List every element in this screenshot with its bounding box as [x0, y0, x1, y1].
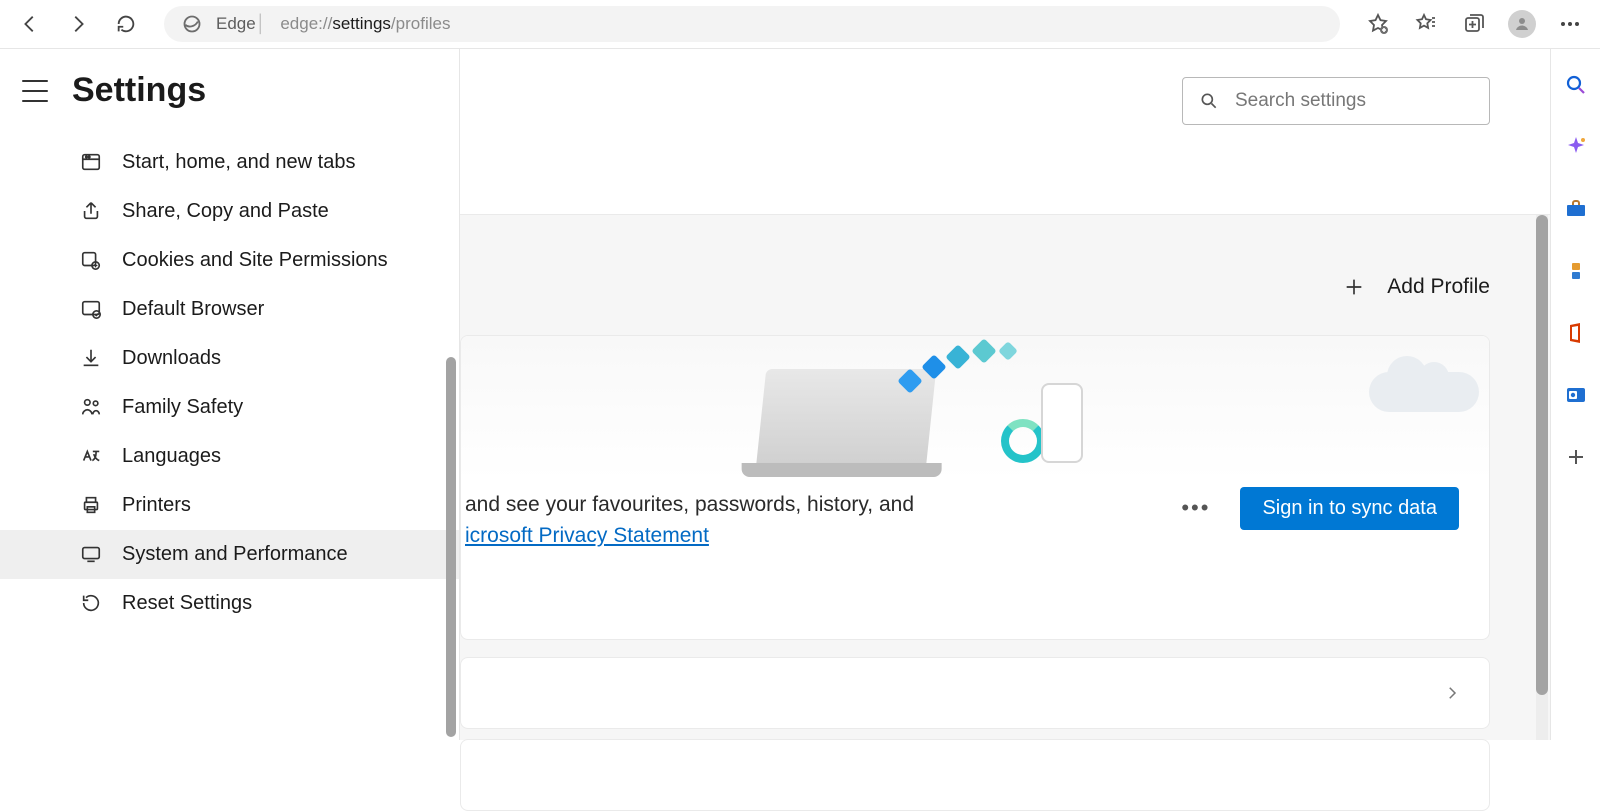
search-icon [1564, 73, 1588, 97]
briefcase-icon [1564, 197, 1588, 221]
more-horizontal-icon [1558, 12, 1582, 36]
outlook-icon [1564, 383, 1588, 407]
sidebar-item-languages[interactable]: Languages [0, 432, 459, 481]
sparkle-icon [1564, 135, 1588, 159]
profile-card-more-button[interactable]: ••• [1181, 495, 1210, 521]
download-icon [80, 347, 102, 369]
star-lines-icon [1414, 12, 1438, 36]
sidebar-item-printers[interactable]: Printers [0, 481, 459, 530]
sidebar-scrollbar-thumb[interactable] [446, 357, 456, 737]
collections-icon [1462, 12, 1486, 36]
sidebar-item-share-copy-paste[interactable]: Share, Copy and Paste [0, 187, 459, 236]
arrow-left-icon [19, 13, 41, 35]
office-icon [1564, 321, 1588, 345]
profile-sync-card: and see your favourites, passwords, hist… [460, 335, 1490, 640]
games-icon [1564, 259, 1588, 283]
privacy-statement-link[interactable]: icrosoft Privacy Statement [465, 524, 709, 547]
favorites-button[interactable] [1404, 4, 1448, 44]
browser-side-panel [1550, 49, 1600, 740]
forward-button[interactable] [56, 4, 100, 44]
cookies-icon [80, 249, 102, 271]
share-icon [80, 200, 102, 222]
sidebar-office-button[interactable] [1564, 321, 1588, 345]
system-icon [80, 543, 102, 565]
more-menu-button[interactable] [1548, 4, 1592, 44]
brand-label: Edge [216, 14, 256, 34]
family-icon [80, 396, 102, 418]
plus-icon [1343, 276, 1365, 298]
sidebar-item-label: System and Performance [122, 541, 348, 568]
sidebar-games-button[interactable] [1564, 259, 1588, 283]
url-prefix: edge:// [280, 14, 332, 34]
sidebar-item-label: Printers [122, 492, 191, 519]
sidebar-item-system-performance[interactable]: System and Performance [0, 530, 459, 579]
printer-icon [80, 494, 102, 516]
default-browser-icon [80, 298, 102, 320]
url-suffix: /profiles [391, 14, 451, 34]
reset-icon [80, 592, 102, 614]
sidebar-item-label: Downloads [122, 345, 221, 372]
sidebar-add-button[interactable] [1564, 445, 1588, 469]
settings-main: Search settings Add Profile and see [460, 49, 1550, 740]
sidebar-item-start-home-new-tabs[interactable]: Start, home, and new tabs [0, 138, 459, 187]
sidebar-item-label: Share, Copy and Paste [122, 198, 329, 225]
sidebar-item-downloads[interactable]: Downloads [0, 334, 459, 383]
sidebar-item-label: Default Browser [122, 296, 264, 323]
sidebar-shopping-button[interactable] [1564, 197, 1588, 221]
back-button[interactable] [8, 4, 52, 44]
language-icon [80, 445, 102, 467]
arrow-right-icon [67, 13, 89, 35]
chevron-right-icon [1443, 684, 1461, 702]
sidebar-discover-button[interactable] [1564, 135, 1588, 159]
sidebar-item-label: Reset Settings [122, 590, 252, 617]
sidebar-item-cookies-permissions[interactable]: Cookies and Site Permissions [0, 236, 459, 285]
settings-row-2[interactable] [460, 739, 1490, 811]
sidebar-item-label: Start, home, and new tabs [122, 149, 355, 176]
edge-logo-icon [182, 14, 202, 34]
collections-button[interactable] [1452, 4, 1496, 44]
refresh-icon [115, 13, 137, 35]
sidebar-outlook-button[interactable] [1564, 383, 1588, 407]
address-bar[interactable]: Edge │ edge://settings/profiles [164, 6, 1340, 42]
settings-sidebar: Settings Start, home, and new tabs Share… [0, 49, 460, 740]
page-title: Settings [72, 71, 206, 110]
profile-card-text: and see your favourites, passwords, hist… [465, 489, 1151, 551]
avatar-icon [1508, 10, 1536, 38]
address-separator: │ [256, 14, 267, 34]
plus-icon [1564, 445, 1588, 469]
content-area: Add Profile and see your favourites, pas… [460, 214, 1550, 740]
refresh-button[interactable] [104, 4, 148, 44]
search-icon [1199, 91, 1219, 111]
profile-avatar-button[interactable] [1500, 4, 1544, 44]
sign-in-sync-button[interactable]: Sign in to sync data [1240, 487, 1459, 530]
sidebar-item-family-safety[interactable]: Family Safety [0, 383, 459, 432]
browser-toolbar: Edge │ edge://settings/profiles [0, 0, 1600, 49]
settings-nav-list: Start, home, and new tabs Share, Copy an… [0, 138, 459, 628]
sidebar-search-button[interactable] [1564, 73, 1588, 97]
url-bold: settings [332, 14, 391, 34]
settings-row-1[interactable] [460, 657, 1490, 729]
star-plus-icon [1366, 12, 1390, 36]
sidebar-item-default-browser[interactable]: Default Browser [0, 285, 459, 334]
main-scrollbar-thumb[interactable] [1536, 215, 1548, 695]
sidebar-item-label: Cookies and Site Permissions [122, 247, 388, 274]
sidebar-item-label: Languages [122, 443, 221, 470]
add-profile-label: Add Profile [1387, 275, 1490, 299]
sidebar-menu-button[interactable] [22, 80, 48, 102]
sidebar-item-reset-settings[interactable]: Reset Settings [0, 579, 459, 628]
add-favorite-button[interactable] [1356, 4, 1400, 44]
search-settings-input[interactable]: Search settings [1182, 77, 1490, 125]
profile-illustration [461, 336, 1489, 481]
add-profile-button[interactable]: Add Profile [1343, 275, 1490, 299]
sidebar-item-label: Family Safety [122, 394, 243, 421]
window-icon [80, 151, 102, 173]
search-placeholder: Search settings [1235, 90, 1366, 112]
